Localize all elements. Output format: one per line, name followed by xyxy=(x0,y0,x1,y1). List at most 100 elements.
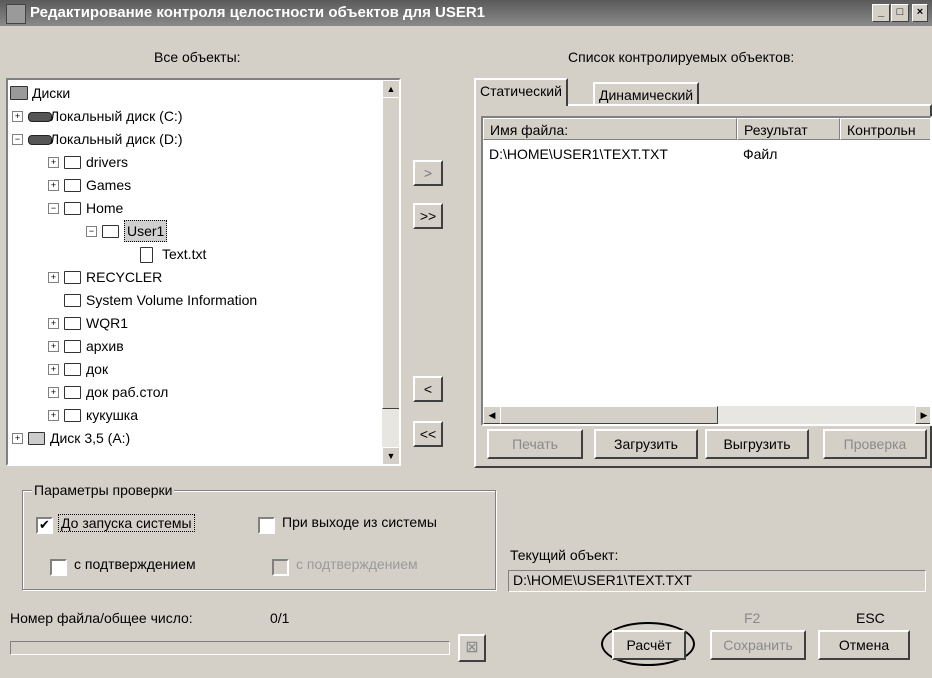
folder-icon xyxy=(64,340,81,353)
column-result[interactable]: Результат xyxy=(737,118,840,140)
remove-button[interactable]: < xyxy=(413,376,443,402)
check-params-legend: Параметры проверки xyxy=(32,482,175,498)
expand-icon[interactable]: + xyxy=(48,364,59,375)
tree-item-label: WQR1 xyxy=(86,315,128,331)
on-exit-label[interactable]: При выходе из системы xyxy=(282,514,437,530)
folder-icon xyxy=(64,409,81,422)
expand-icon[interactable]: + xyxy=(48,387,59,398)
current-object-value: D:\HOME\USER1\TEXT.TXT xyxy=(513,572,692,588)
list-hscrollbar[interactable]: ◀ ▶ xyxy=(483,406,930,424)
remove-all-button[interactable]: << xyxy=(413,421,443,447)
tree-item-label: Локальный диск (C:) xyxy=(50,108,183,124)
tree-item-label: док xyxy=(86,361,109,377)
confirm-start-checkbox[interactable] xyxy=(50,559,67,576)
expand-icon[interactable]: + xyxy=(48,341,59,352)
scroll-thumb[interactable] xyxy=(382,97,399,409)
on-exit-checkbox[interactable] xyxy=(258,517,275,534)
maximize-button[interactable]: □ xyxy=(891,4,909,22)
folder-icon xyxy=(64,202,81,215)
tree-item-label: док раб.стол xyxy=(86,384,169,400)
save-button[interactable]: Сохранить xyxy=(710,630,806,660)
folder-icon xyxy=(64,294,81,307)
expand-icon[interactable]: + xyxy=(48,272,59,283)
before-start-checkbox[interactable]: ✔ xyxy=(36,517,53,534)
expand-icon[interactable]: + xyxy=(48,180,59,191)
add-button[interactable]: > xyxy=(413,160,443,186)
floppy-icon xyxy=(28,432,45,445)
objects-tree[interactable]: Диски + Локальный диск (C:) − Локальный диск… xyxy=(6,78,401,466)
files-list[interactable]: Имя файла: Результат Контрольн D:\HOME\U… xyxy=(481,116,932,426)
column-control[interactable]: Контрольн xyxy=(840,118,930,140)
tree-item-label: Диски xyxy=(32,85,71,101)
folder-icon xyxy=(64,317,81,330)
scroll-right-icon[interactable]: ▶ xyxy=(915,406,930,424)
tree-item-label: Games xyxy=(86,177,132,193)
disk-icon xyxy=(28,135,52,145)
tree-item-label: Диск 3,5 (A:) xyxy=(50,430,131,446)
cancel-button[interactable]: Отмена xyxy=(818,630,910,660)
title-bar: Редактирование контроля целостности объе… xyxy=(0,0,932,26)
esc-hint: ESC xyxy=(856,610,885,626)
confirm-exit-checkbox[interactable] xyxy=(272,559,289,576)
check-button[interactable]: Проверка xyxy=(823,429,927,459)
folder-icon xyxy=(64,386,81,399)
tree-item-label: RECYCLER xyxy=(86,269,163,285)
check-params-group xyxy=(22,490,496,590)
tab-static[interactable]: Статический xyxy=(474,78,568,106)
column-filename[interactable]: Имя файла: xyxy=(483,118,737,140)
folder-icon xyxy=(64,156,81,169)
collapse-icon[interactable]: − xyxy=(86,226,97,237)
before-start-label[interactable]: До запуска системы xyxy=(58,514,195,532)
all-objects-label: Все объекты: xyxy=(154,49,241,65)
scroll-left-icon[interactable]: ◀ xyxy=(483,406,501,424)
file-counter-label: Номер файла/общее число: xyxy=(10,610,193,626)
scroll-down-icon[interactable]: ▼ xyxy=(382,447,399,464)
tree-item-label: Локальный диск (D:) xyxy=(50,131,183,147)
unload-button[interactable]: Выгрузить xyxy=(705,429,809,459)
load-button[interactable]: Загрузить xyxy=(594,429,698,459)
add-all-button[interactable]: >> xyxy=(413,203,443,229)
tree-item-label: Text.txt xyxy=(162,246,207,262)
expand-icon[interactable]: + xyxy=(48,157,59,168)
progress-bar xyxy=(10,641,450,655)
confirm-start-label[interactable]: с подтверждением xyxy=(74,556,196,572)
window-title: Редактирование контроля целостности объе… xyxy=(30,4,486,21)
folder-icon xyxy=(64,363,81,376)
confirm-exit-label: с подтверждением xyxy=(296,556,418,572)
collapse-icon[interactable]: − xyxy=(48,203,59,214)
expand-icon[interactable]: + xyxy=(48,410,59,421)
folder-open-icon xyxy=(102,225,119,238)
monitored-objects-label: Список контролируемых объектов: xyxy=(568,49,795,65)
f2-hint: F2 xyxy=(744,610,761,626)
close-button[interactable]: × xyxy=(912,4,928,22)
file-counter-value: 0/1 xyxy=(270,610,290,626)
tree-item-label: архив xyxy=(86,338,124,354)
tree-item-label: User1 xyxy=(124,220,168,242)
app-icon xyxy=(6,4,26,24)
tree-scrollbar[interactable]: ▲ ▼ xyxy=(382,80,399,464)
expand-icon[interactable]: + xyxy=(12,111,23,122)
cell-filename: D:\HOME\USER1\TEXT.TXT xyxy=(489,146,668,162)
collapse-icon[interactable]: − xyxy=(12,134,23,145)
tree-item-label: drivers xyxy=(86,154,129,170)
text-file-icon xyxy=(140,247,153,263)
tab-dynamic[interactable]: Динамический xyxy=(593,82,700,106)
expand-icon[interactable]: + xyxy=(12,433,23,444)
disk-icon xyxy=(28,112,52,122)
hscroll-thumb[interactable] xyxy=(500,406,718,424)
tree-item-label: Home xyxy=(86,200,124,216)
folder-icon xyxy=(64,179,81,192)
current-object-label: Текущий объект: xyxy=(510,547,619,563)
scroll-up-icon[interactable]: ▲ xyxy=(382,80,399,98)
tree-item-label: System Volume Information xyxy=(86,292,258,308)
computer-icon xyxy=(10,86,28,100)
table-row[interactable]: D:\HOME\USER1\TEXT.TXT Файл xyxy=(483,142,930,164)
expand-icon[interactable]: + xyxy=(48,318,59,329)
minimize-button[interactable]: _ xyxy=(872,4,890,22)
calculate-button[interactable]: Расчёт xyxy=(612,630,686,660)
current-object-field: D:\HOME\USER1\TEXT.TXT xyxy=(508,570,926,592)
tree-item-label: кукушка xyxy=(86,407,139,423)
folder-icon xyxy=(64,271,81,284)
stop-icon[interactable]: ⊠ xyxy=(458,634,486,662)
print-button[interactable]: Печать xyxy=(487,429,583,459)
